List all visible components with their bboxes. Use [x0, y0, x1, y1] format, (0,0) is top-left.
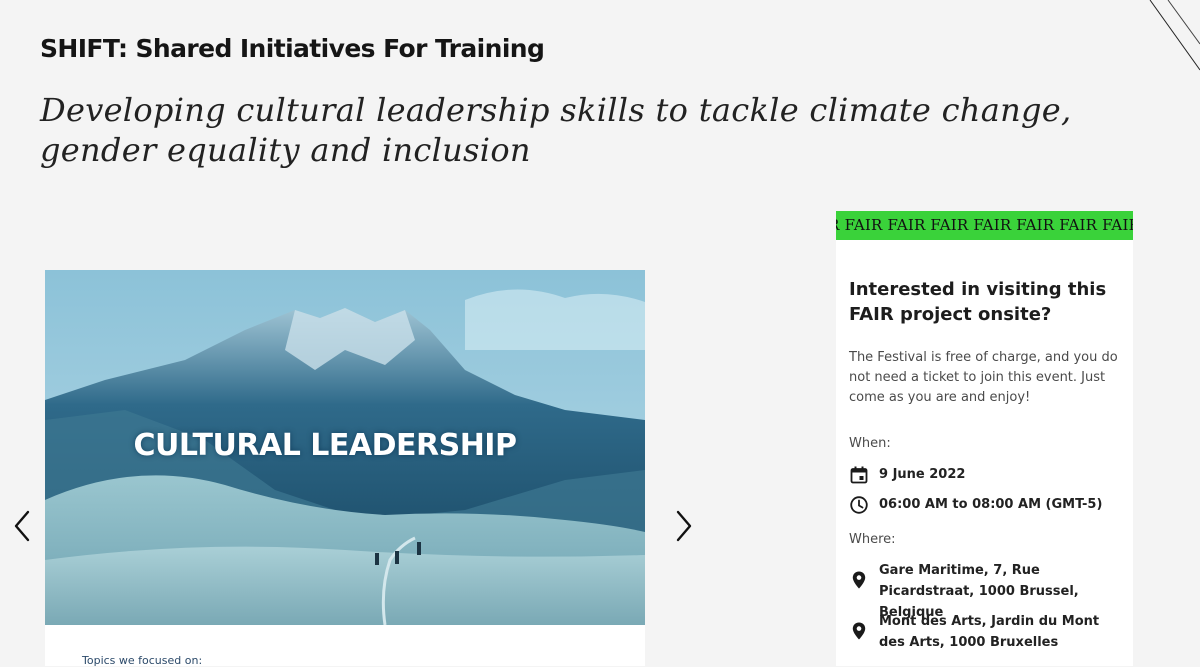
chevron-right-icon [676, 510, 692, 542]
slide-caption: CULTURAL LEADERSHIP [133, 428, 517, 463]
calendar-icon [850, 466, 868, 484]
when-label: When: [849, 436, 891, 451]
image-carousel: CULTURAL LEADERSHIP Topics we focused on… [0, 268, 720, 667]
decorative-lines [1149, 0, 1200, 71]
carousel-next-button[interactable] [670, 506, 698, 546]
visit-info-card: Interested in visiting this FAIR project… [836, 240, 1133, 666]
event-date: 9 June 2022 [879, 467, 966, 482]
page-subtitle: Developing cultural leadership skills to… [40, 91, 1072, 169]
location-address: Mont des Arts, Jardin du Mont des Arts, … [879, 614, 1100, 650]
map-pin-icon [852, 622, 866, 640]
fair-marquee-text: IR FAIR FAIR FAIR FAIR FAIR FAIR FAIR [836, 216, 1133, 234]
slide-lower-panel: Topics we focused on: [45, 625, 645, 667]
topics-label: Topics we focused on: [82, 654, 203, 667]
carousel-slide-image: CULTURAL LEADERSHIP [45, 270, 645, 625]
carousel-prev-button[interactable] [8, 506, 36, 546]
chevron-left-icon [14, 510, 30, 542]
visit-description: The Festival is free of charge, and you … [849, 350, 1118, 405]
map-pin-icon [852, 571, 866, 589]
clock-icon [850, 496, 868, 514]
event-time: 06:00 AM to 08:00 AM (GMT-5) [879, 497, 1103, 512]
where-label: Where: [849, 532, 896, 547]
fair-marquee-banner: IR FAIR FAIR FAIR FAIR FAIR FAIR FAIR [836, 211, 1133, 240]
visit-heading: Interested in visiting this FAIR project… [849, 279, 1107, 325]
page-title: SHIFT: Shared Initiatives For Training [40, 34, 545, 63]
